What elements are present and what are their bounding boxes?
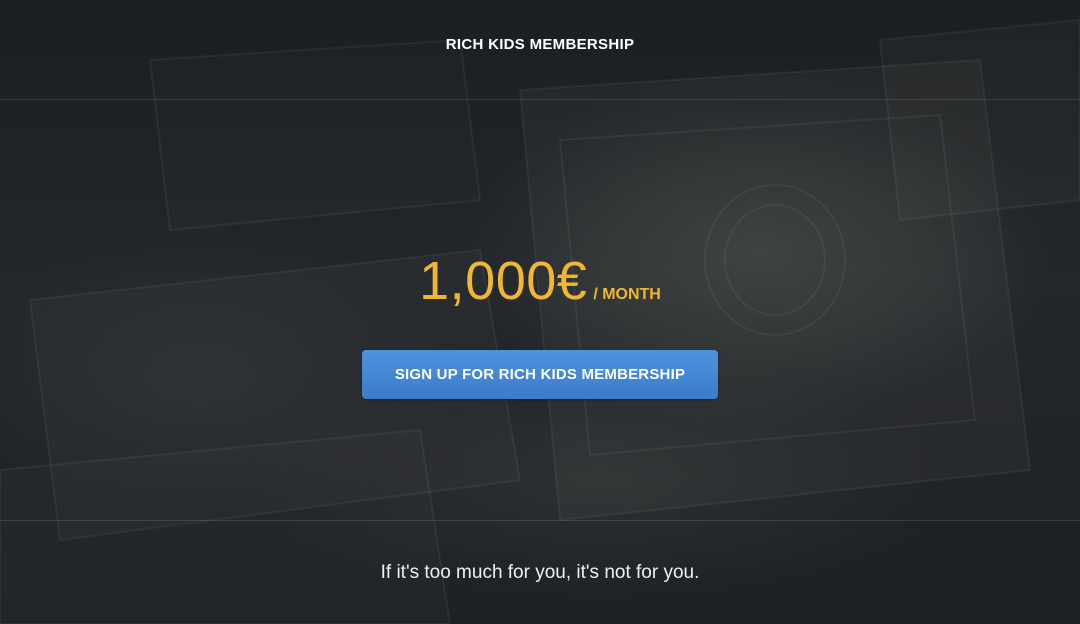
price-display: 1,000€ / MONTH <box>0 250 1080 312</box>
footer-divider <box>0 520 1080 521</box>
site-header: RICH KIDS MEMBERSHIP <box>0 0 1080 100</box>
price-amount: 1,000€ <box>419 251 588 311</box>
site-title: RICH KIDS MEMBERSHIP <box>445 36 635 53</box>
price-period: / MONTH <box>593 286 661 303</box>
footer-tagline: If it's too much for you, it's not for y… <box>380 562 700 583</box>
membership-page: RICH KIDS MEMBERSHIP 1,000€ / MONTH SIGN… <box>0 0 1080 624</box>
cta-container: SIGN UP FOR RICH KIDS MEMBERSHIP <box>0 350 1080 399</box>
sign-up-button[interactable]: SIGN UP FOR RICH KIDS MEMBERSHIP <box>362 350 718 399</box>
